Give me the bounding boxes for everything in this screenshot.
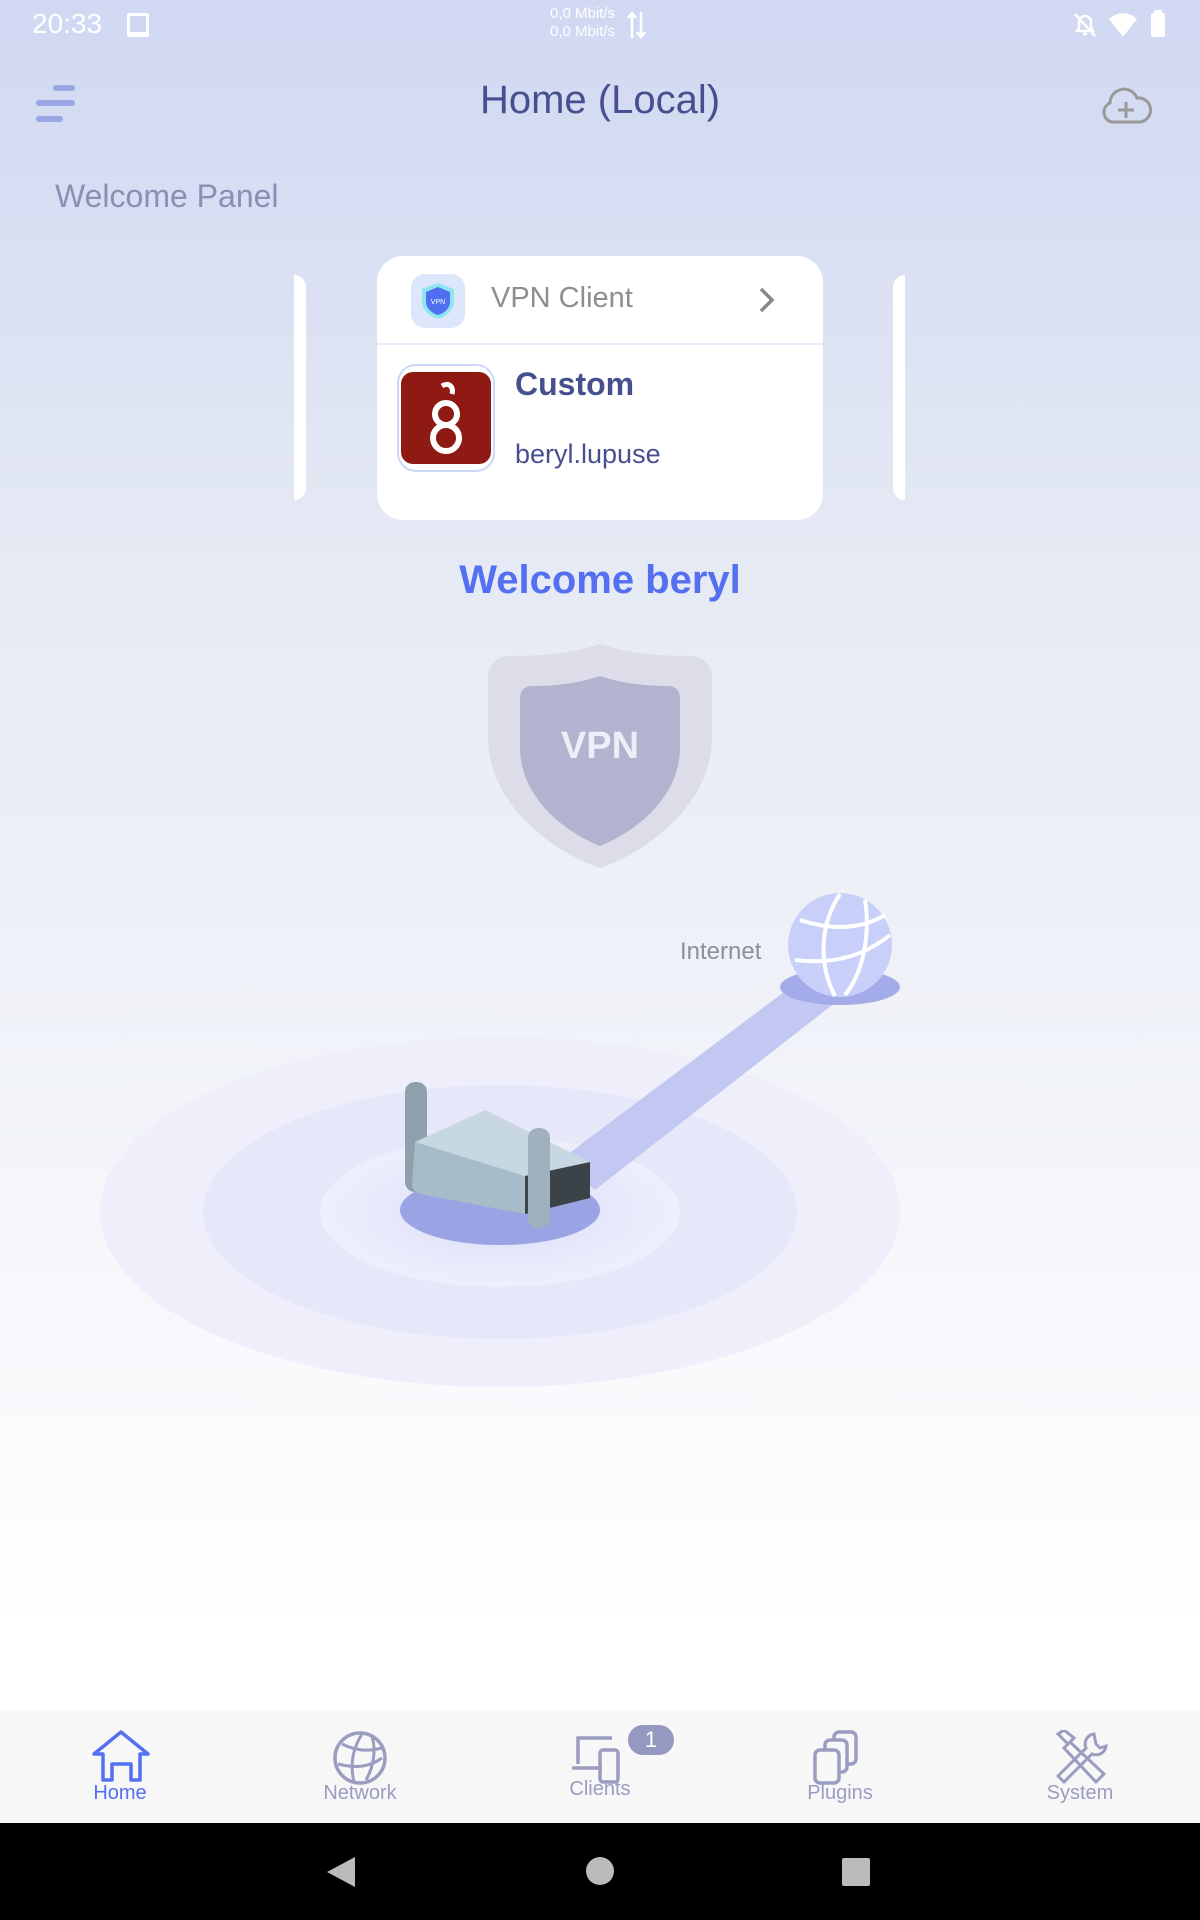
internet-globe-icon[interactable] (788, 892, 892, 997)
status-bar: 20:33 0,0 Mbit/s 0,0 Mbit/s (0, 0, 1200, 50)
upload-speed: 0,0 Mbit/s (550, 5, 616, 22)
wifi-icon (1109, 13, 1137, 38)
cloud-add-icon[interactable] (1098, 82, 1154, 128)
bell-off-icon (1074, 13, 1096, 37)
card-title: VPN Client (491, 282, 633, 314)
clock: 20:33 (32, 8, 103, 39)
vpn-client-card[interactable]: VPN VPN Client Custom beryl.lupuse (377, 256, 823, 520)
nav-label: Home (93, 1782, 147, 1804)
recents-icon[interactable] (842, 1858, 870, 1886)
svg-text:VPN: VPN (431, 299, 445, 306)
traffic-arrows-icon (627, 10, 646, 40)
nav-label: System (1046, 1782, 1114, 1804)
nav-clients[interactable]: 1 Clients (520, 1710, 680, 1823)
nav-system[interactable]: System (1000, 1710, 1160, 1823)
next-card-peek[interactable] (893, 275, 905, 500)
android-nav-bar (0, 1823, 1200, 1920)
welcome-text: Welcome beryl (459, 558, 741, 602)
vpn-status-shield-icon[interactable]: VPN (480, 640, 720, 872)
internet-label: Internet (680, 938, 762, 965)
home-circle-icon[interactable] (585, 1856, 615, 1886)
network-diagram (100, 892, 900, 1387)
tools-icon (1055, 1730, 1108, 1785)
network-speed: 0,0 Mbit/s 0,0 Mbit/s (550, 5, 615, 41)
plugins-icon (813, 1730, 858, 1785)
clients-count-badge: 1 (628, 1725, 674, 1755)
shield-label: VPN (561, 725, 639, 767)
nav-network[interactable]: Network (280, 1710, 440, 1823)
nav-label: Plugins (807, 1782, 873, 1804)
globe-icon (333, 1731, 387, 1785)
nav-label: Clients (569, 1778, 631, 1800)
battery-icon (1151, 10, 1165, 37)
back-icon[interactable] (325, 1855, 357, 1889)
wireguard-logo-icon (397, 364, 495, 472)
screenshot-icon (127, 13, 149, 37)
nav-label: Network (323, 1782, 397, 1804)
download-speed: 0,0 Mbit/s (550, 23, 616, 40)
nav-plugins[interactable]: Plugins (760, 1710, 920, 1823)
nav-home[interactable]: Home (40, 1710, 200, 1823)
prev-card-peek[interactable] (294, 275, 306, 500)
section-title: Welcome Panel (55, 178, 279, 214)
divider (377, 343, 823, 345)
page-title: Home (Local) (479, 78, 721, 122)
vpn-protocol: Custom (515, 366, 635, 402)
home-icon (92, 1730, 150, 1782)
chevron-right-icon[interactable] (757, 286, 777, 314)
vpn-server: beryl.lupuse (515, 439, 661, 469)
vpn-shield-icon: VPN (411, 274, 465, 328)
bottom-nav: Home Network 1 Clients Plugins System (0, 1710, 1200, 1823)
